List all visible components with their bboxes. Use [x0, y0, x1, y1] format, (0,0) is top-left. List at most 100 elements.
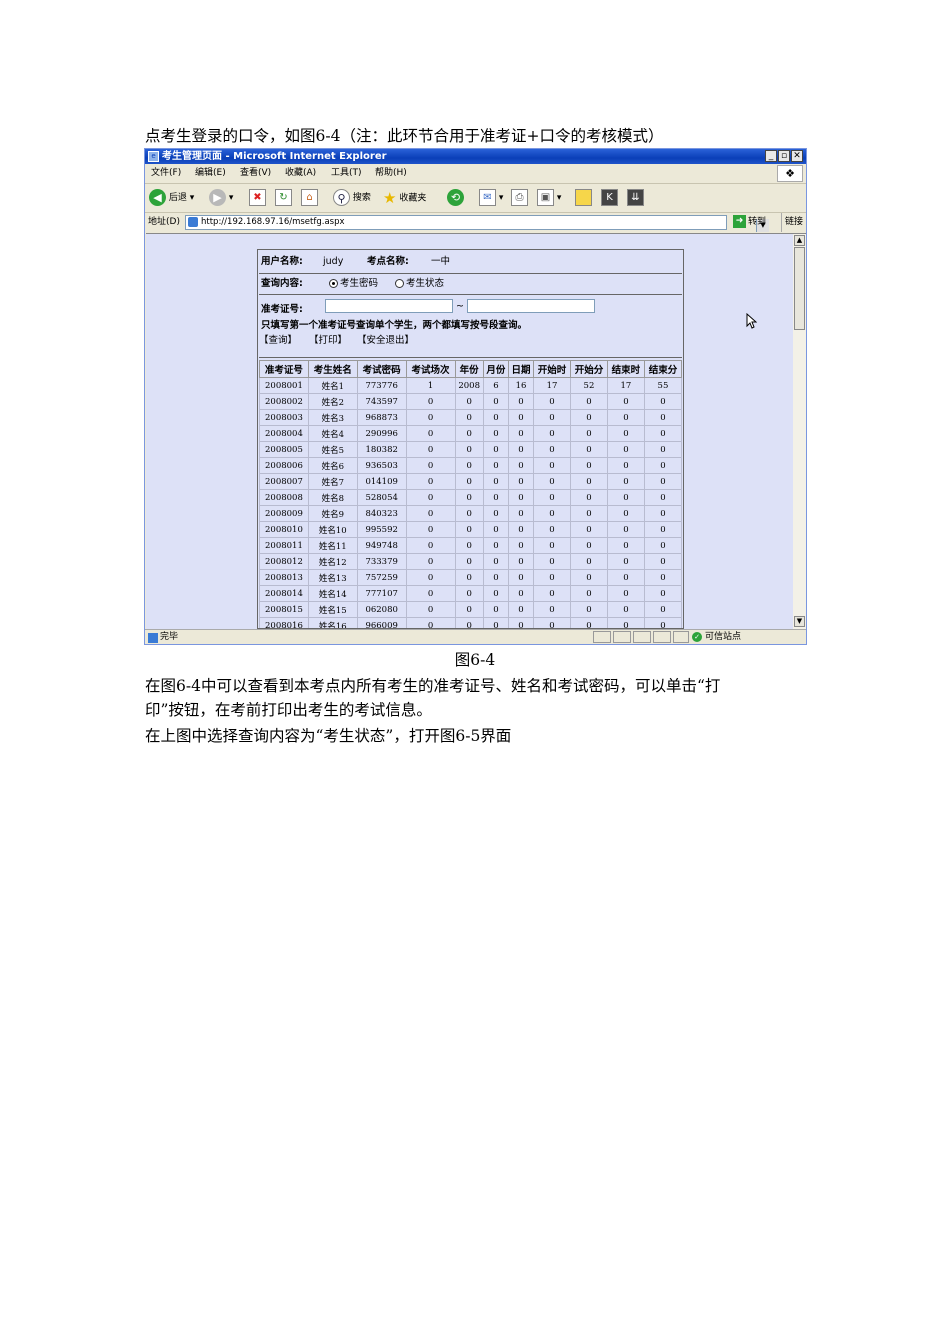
table-cell: 0	[533, 473, 571, 490]
status-bar: 完毕 ✓ 可信站点	[145, 629, 806, 645]
search-button[interactable]: ⚲ 搜索	[333, 188, 371, 208]
table-cell: 0	[454, 441, 484, 458]
scroll-up-icon[interactable]: ▲	[794, 235, 805, 246]
forward-arrow-icon: ▶	[209, 189, 226, 206]
menu-bar: 文件(F) 编辑(E) 查看(V) 收藏(A) 工具(T) 帮助(H) ❖	[145, 164, 806, 184]
table-cell: 0	[569, 441, 608, 458]
vertical-scrollbar[interactable]: ▲ ▼	[793, 233, 806, 629]
table-cell: 0	[454, 393, 484, 410]
table-cell: 0	[643, 521, 683, 538]
scroll-down-icon[interactable]: ▼	[794, 616, 805, 627]
table-cell: 0	[482, 569, 509, 586]
history-button[interactable]: ⟲	[447, 188, 464, 208]
logout-button[interactable]: 【安全退出】	[357, 332, 414, 346]
page-done-icon	[148, 633, 158, 643]
close-button[interactable]: ✕	[791, 150, 803, 162]
stop-button[interactable]: ✖	[249, 188, 266, 208]
table-cell: 0	[569, 473, 608, 490]
table-cell: 姓名2	[307, 393, 358, 410]
table-cell: 0	[507, 409, 535, 426]
back-button[interactable]: ◀ 后退 ▾	[149, 188, 194, 208]
mail-icon: ✉	[479, 189, 496, 206]
site-label: 考点名称:	[367, 256, 409, 267]
range-tilde: ~	[456, 301, 464, 312]
favorites-button[interactable]: ★ 收藏夹	[383, 188, 426, 208]
go-button[interactable]: ➜ 转到	[733, 213, 766, 232]
table-cell: 0	[405, 441, 456, 458]
query-type-row: 查询内容: 考生密码 考生状态	[259, 274, 682, 295]
menu-favorites[interactable]: 收藏(A)	[285, 164, 316, 183]
table-cell: 0	[533, 409, 571, 426]
address-input[interactable]: http://192.168.97.16/msetfg.aspx ▼	[185, 215, 769, 232]
radio-password[interactable]: 考生密码	[329, 274, 378, 294]
table-cell: 0	[405, 617, 456, 628]
minimize-button[interactable]: _	[765, 150, 777, 162]
table-cell: 1	[405, 377, 456, 394]
id-start-input[interactable]	[325, 299, 453, 313]
edit-button[interactable]: ▣ ▾	[537, 188, 561, 208]
scroll-thumb[interactable]	[794, 247, 805, 330]
column-header: 结束分	[643, 360, 683, 378]
table-cell: 0	[606, 393, 645, 410]
refresh-button[interactable]: ↻	[275, 188, 292, 208]
description-line-3: 在上图中选择查询内容为“考生状态”，打开图6-5界面	[145, 727, 512, 745]
table-cell: 0	[569, 585, 608, 602]
table-cell: 777107	[356, 585, 407, 602]
description-line-1: 在图6-4中可以查看到本考点内所有考生的准考证号、姓名和考试密码，可以单击“打	[145, 677, 721, 695]
table-cell: 0	[533, 393, 571, 410]
tool-k-button[interactable]: K	[601, 188, 618, 208]
table-cell: 2008004	[259, 425, 309, 442]
table-cell: 0	[643, 617, 683, 628]
menu-file[interactable]: 文件(F)	[151, 164, 181, 183]
tool-x-button[interactable]: ⇊	[627, 188, 644, 208]
home-button[interactable]: ⌂	[301, 188, 318, 208]
radio-status[interactable]: 考生状态	[395, 274, 444, 294]
table-cell: 0	[643, 425, 683, 442]
table-cell: 姓名15	[307, 601, 358, 618]
table-cell: 0	[507, 505, 535, 522]
table-cell: 0	[643, 489, 683, 506]
table-cell: 2008002	[259, 393, 309, 410]
links-button[interactable]: 链接	[781, 213, 803, 232]
query-label: 查询内容:	[261, 278, 303, 289]
table-cell: 0	[454, 585, 484, 602]
menu-tools[interactable]: 工具(T)	[331, 164, 362, 183]
go-arrow-icon: ➜	[733, 215, 746, 228]
id-end-input[interactable]	[467, 299, 595, 313]
table-cell: 0	[454, 457, 484, 474]
title-bar[interactable]: e 考生管理页面 - Microsoft Internet Explorer _…	[145, 149, 806, 164]
table-cell: 2008009	[259, 505, 309, 522]
table-cell: 0	[405, 521, 456, 538]
table-row: 2008002 姓名2 743597 0 0 0 0 0 0 0 0	[259, 393, 683, 410]
table-cell: 2008014	[259, 585, 309, 602]
table-cell: 0	[507, 521, 535, 538]
table-cell: 0	[606, 521, 645, 538]
mail-button[interactable]: ✉ ▾	[479, 188, 503, 208]
table-cell: 0	[405, 569, 456, 586]
table-cell: 062080	[356, 601, 407, 618]
print-button[interactable]: ⎙	[511, 188, 528, 208]
status-pane	[673, 631, 689, 643]
table-cell: 姓名1	[307, 377, 358, 394]
table-cell: 743597	[356, 393, 407, 410]
note-icon	[575, 189, 592, 206]
refresh-icon: ↻	[275, 189, 292, 206]
table-cell: 966009	[356, 617, 407, 628]
messenger-button[interactable]	[575, 188, 592, 208]
maximize-button[interactable]: ▫	[778, 150, 790, 162]
table-cell: 0	[569, 489, 608, 506]
menu-edit[interactable]: 编辑(E)	[195, 164, 226, 183]
table-cell: 0	[482, 409, 509, 426]
table-cell: 姓名10	[307, 521, 358, 538]
table-cell: 2008015	[259, 601, 309, 618]
menu-help[interactable]: 帮助(H)	[375, 164, 407, 183]
menu-view[interactable]: 查看(V)	[240, 164, 271, 183]
toolbar: ◀ 后退 ▾ ▶ ▾ ✖ ↻ ⌂ ⚲ 搜索 ★ 收藏夹 ⟲ ✉ ▾ ⎙ ▣ ▾ …	[145, 184, 806, 213]
forward-button[interactable]: ▶ ▾	[209, 188, 233, 208]
table-cell: 0	[643, 409, 683, 426]
table-cell: 0	[507, 489, 535, 506]
star-icon: ★	[383, 189, 397, 207]
zone-label: 可信站点	[705, 632, 742, 642]
query-button[interactable]: 【查询】	[259, 332, 297, 346]
print-page-button[interactable]: 【打印】	[309, 332, 347, 346]
